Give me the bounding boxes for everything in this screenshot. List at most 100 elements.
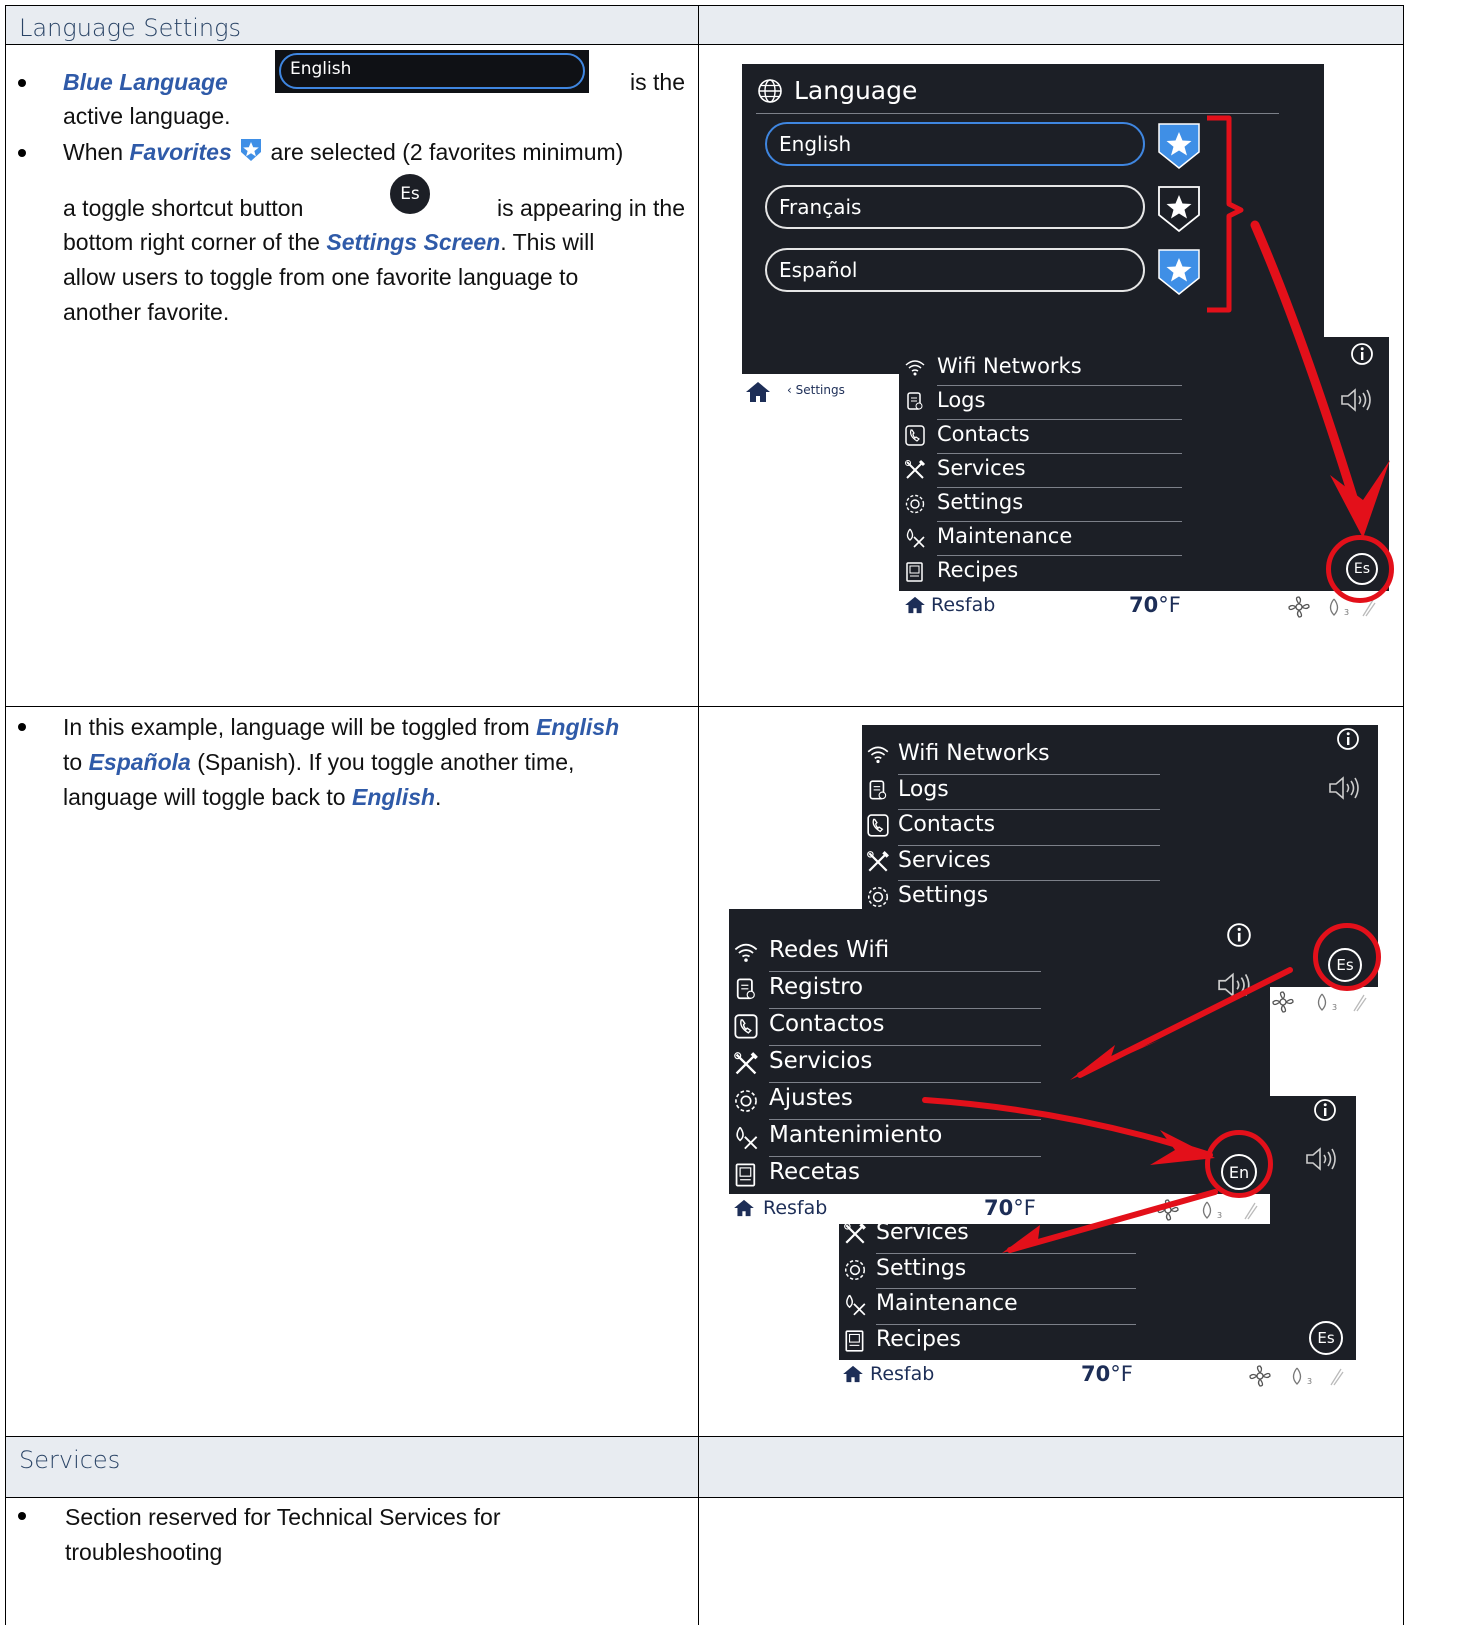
- menu-divider: [937, 385, 1182, 386]
- language-option-francais[interactable]: Français: [765, 185, 1145, 229]
- after-text: is the: [630, 69, 685, 95]
- home-icon[interactable]: [842, 1365, 864, 1383]
- services-icon: [905, 459, 926, 479]
- favorite-star-icon[interactable]: [1157, 248, 1201, 296]
- status-bar: Resfab 70°F 3: [899, 591, 1389, 621]
- menu-item-recipes[interactable]: Recipes: [937, 558, 1018, 582]
- logs-icon: [907, 392, 923, 410]
- recipes-icon: [735, 1163, 756, 1187]
- menu-item-settings[interactable]: Settings: [898, 883, 988, 908]
- breadcrumb-label: Settings: [795, 383, 845, 397]
- settings-icon: [867, 886, 889, 908]
- favorite-star-icon[interactable]: [1157, 122, 1201, 170]
- home-icon[interactable]: [904, 596, 926, 614]
- menu-divider: [937, 419, 1182, 420]
- info-icon[interactable]: [1336, 727, 1360, 751]
- unfavorite-star-icon[interactable]: [1157, 185, 1201, 233]
- settings-screen-term: Settings Screen: [326, 229, 501, 255]
- services-icon: [867, 850, 889, 871]
- temp-unit: °F: [1158, 593, 1181, 617]
- menu-item-services[interactable]: Services: [898, 848, 991, 873]
- maintenance-icon: [906, 528, 925, 548]
- menu-divider: [937, 521, 1182, 522]
- menu-item-logs[interactable]: Registro: [769, 974, 863, 1000]
- bullet-dot: [18, 149, 26, 157]
- title-divider: [756, 113, 1279, 114]
- menu-item-wifi[interactable]: Redes Wifi: [769, 937, 889, 963]
- language-option-english[interactable]: English: [765, 122, 1145, 166]
- red-arrow-annotation: [1250, 220, 1390, 538]
- menu-item-contacts[interactable]: Contacts: [937, 422, 1030, 446]
- wifi-icon: [734, 943, 758, 962]
- menu-item-logs[interactable]: Logs: [898, 777, 949, 802]
- inline-pill-label: English: [290, 59, 352, 79]
- line2-before: to: [63, 749, 83, 775]
- services-text-line1: Section reserved for Technical Services …: [65, 1504, 501, 1530]
- services-text-line2: troubleshooting: [65, 1539, 223, 1565]
- contacts-icon: [867, 814, 889, 837]
- menu-item-maintenance[interactable]: Mantenimiento: [769, 1122, 942, 1148]
- settings-icon: [735, 1090, 757, 1112]
- menu-item-maintenance[interactable]: Maintenance: [876, 1291, 1018, 1316]
- inline-toggle-label: Es: [400, 184, 420, 204]
- filter-icon: [1330, 1368, 1344, 1386]
- menu-divider: [937, 487, 1182, 488]
- menu-divider: [876, 1288, 1136, 1289]
- menu-divider: [937, 453, 1182, 454]
- inline-language-pill: English: [275, 50, 589, 93]
- info-icon[interactable]: [1226, 922, 1252, 948]
- temperature-value: 70°F: [1081, 1362, 1133, 1386]
- settings-icon: [905, 494, 925, 514]
- bullet2-line4: allow users to toggle from one favorite …: [63, 264, 579, 290]
- home-icon[interactable]: [745, 381, 771, 403]
- speaker-icon[interactable]: [1328, 775, 1362, 801]
- chevron-left-icon: ‹: [787, 383, 796, 397]
- menu-item-maintenance[interactable]: Maintenance: [937, 524, 1072, 548]
- menu-item-recipes[interactable]: Recipes: [876, 1327, 961, 1352]
- logs-icon: [736, 978, 755, 1000]
- menu-item-services[interactable]: Services: [937, 456, 1026, 480]
- menu-item-services[interactable]: Servicios: [769, 1048, 872, 1074]
- section-heading-language: Language Settings: [19, 14, 242, 42]
- language-label: Français: [779, 195, 862, 219]
- language-toggle-button[interactable]: Es: [1309, 1321, 1343, 1355]
- menu-item-contacts[interactable]: Contacts: [898, 812, 995, 837]
- menu-item-wifi[interactable]: Wifi Networks: [937, 354, 1082, 378]
- favorites-after-text: are selected (2 favorites minimum): [270, 139, 624, 165]
- section2-line1: In this example, language will be toggle…: [63, 710, 619, 745]
- menu-item-settings[interactable]: Settings: [937, 490, 1023, 514]
- menu-item-logs[interactable]: Logs: [937, 388, 985, 412]
- menu-divider: [898, 809, 1160, 810]
- home-icon[interactable]: [733, 1199, 755, 1217]
- bullet-dot: [18, 1512, 26, 1520]
- menu-item-settings[interactable]: Ajustes: [769, 1085, 853, 1111]
- menu-item-wifi[interactable]: Wifi Networks: [898, 741, 1050, 766]
- table-border-right: [1403, 5, 1404, 1625]
- brand-label: Resfab: [763, 1197, 828, 1219]
- menu-divider: [898, 844, 1160, 846]
- line3-before: language will toggle back to: [63, 784, 346, 810]
- breadcrumb[interactable]: ‹ Settings: [787, 383, 845, 397]
- recipes-icon: [906, 562, 923, 582]
- brand-label: Resfab: [870, 1363, 935, 1385]
- logs-icon: [869, 779, 887, 799]
- wifi-icon: [905, 360, 925, 376]
- menu-item-contacts[interactable]: Contactos: [769, 1011, 885, 1037]
- highlight-circle-es: [1326, 535, 1394, 603]
- inline-toggle-button-icon: Es: [388, 172, 432, 216]
- globe-icon: [758, 79, 782, 103]
- line3-after: .: [435, 784, 442, 810]
- fan-icon: [1288, 596, 1310, 618]
- menu-item-recipes[interactable]: Recetas: [769, 1159, 860, 1185]
- red-arrows-annotation: [922, 967, 1293, 1253]
- temp-number: 70: [1081, 1362, 1111, 1386]
- temp-unit: °F: [1110, 1362, 1133, 1386]
- temperature-value: 70°F: [1129, 593, 1181, 617]
- row-line-4: [5, 1497, 1404, 1498]
- language-title: Language: [794, 76, 918, 105]
- bullet2-line5: another favorite.: [63, 299, 230, 325]
- bullet-dot: [18, 723, 26, 731]
- language-label: English: [779, 132, 852, 156]
- recipes-icon: [845, 1329, 864, 1352]
- language-option-espanol[interactable]: Español: [765, 248, 1145, 292]
